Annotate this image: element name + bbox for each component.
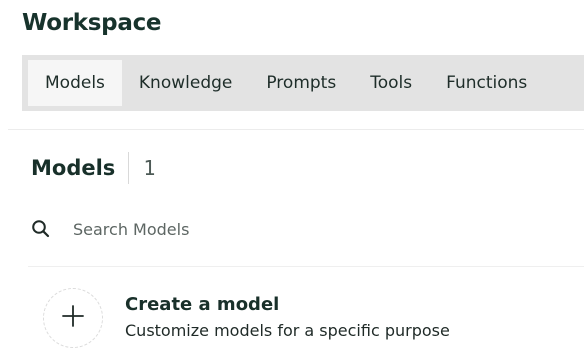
tab-functions[interactable]: Functions bbox=[429, 60, 544, 106]
tab-prompts[interactable]: Prompts bbox=[249, 60, 353, 106]
create-model-icon-circle[interactable] bbox=[43, 288, 103, 348]
section-title: Models bbox=[31, 156, 116, 180]
create-model-subtitle: Customize models for a specific purpose bbox=[125, 321, 450, 340]
section-header: Models 1 bbox=[31, 151, 155, 185]
search-divider bbox=[28, 266, 584, 267]
search-input[interactable] bbox=[73, 219, 493, 239]
tab-tools[interactable]: Tools bbox=[353, 60, 429, 106]
search-bar bbox=[31, 214, 571, 244]
create-model-button[interactable]: Create a model Customize models for a sp… bbox=[43, 288, 450, 348]
title-count-separator bbox=[128, 152, 130, 184]
tab-models[interactable]: Models bbox=[28, 60, 122, 106]
page-title: Workspace bbox=[22, 10, 162, 36]
tab-knowledge[interactable]: Knowledge bbox=[122, 60, 249, 106]
create-model-text: Create a model Customize models for a sp… bbox=[125, 294, 450, 340]
tab-bar: Models Knowledge Prompts Tools Functions bbox=[22, 55, 584, 111]
create-model-title: Create a model bbox=[125, 294, 280, 315]
plus-icon bbox=[61, 304, 85, 332]
header-divider bbox=[8, 129, 584, 130]
search-icon bbox=[31, 219, 51, 239]
model-count: 1 bbox=[143, 156, 156, 180]
